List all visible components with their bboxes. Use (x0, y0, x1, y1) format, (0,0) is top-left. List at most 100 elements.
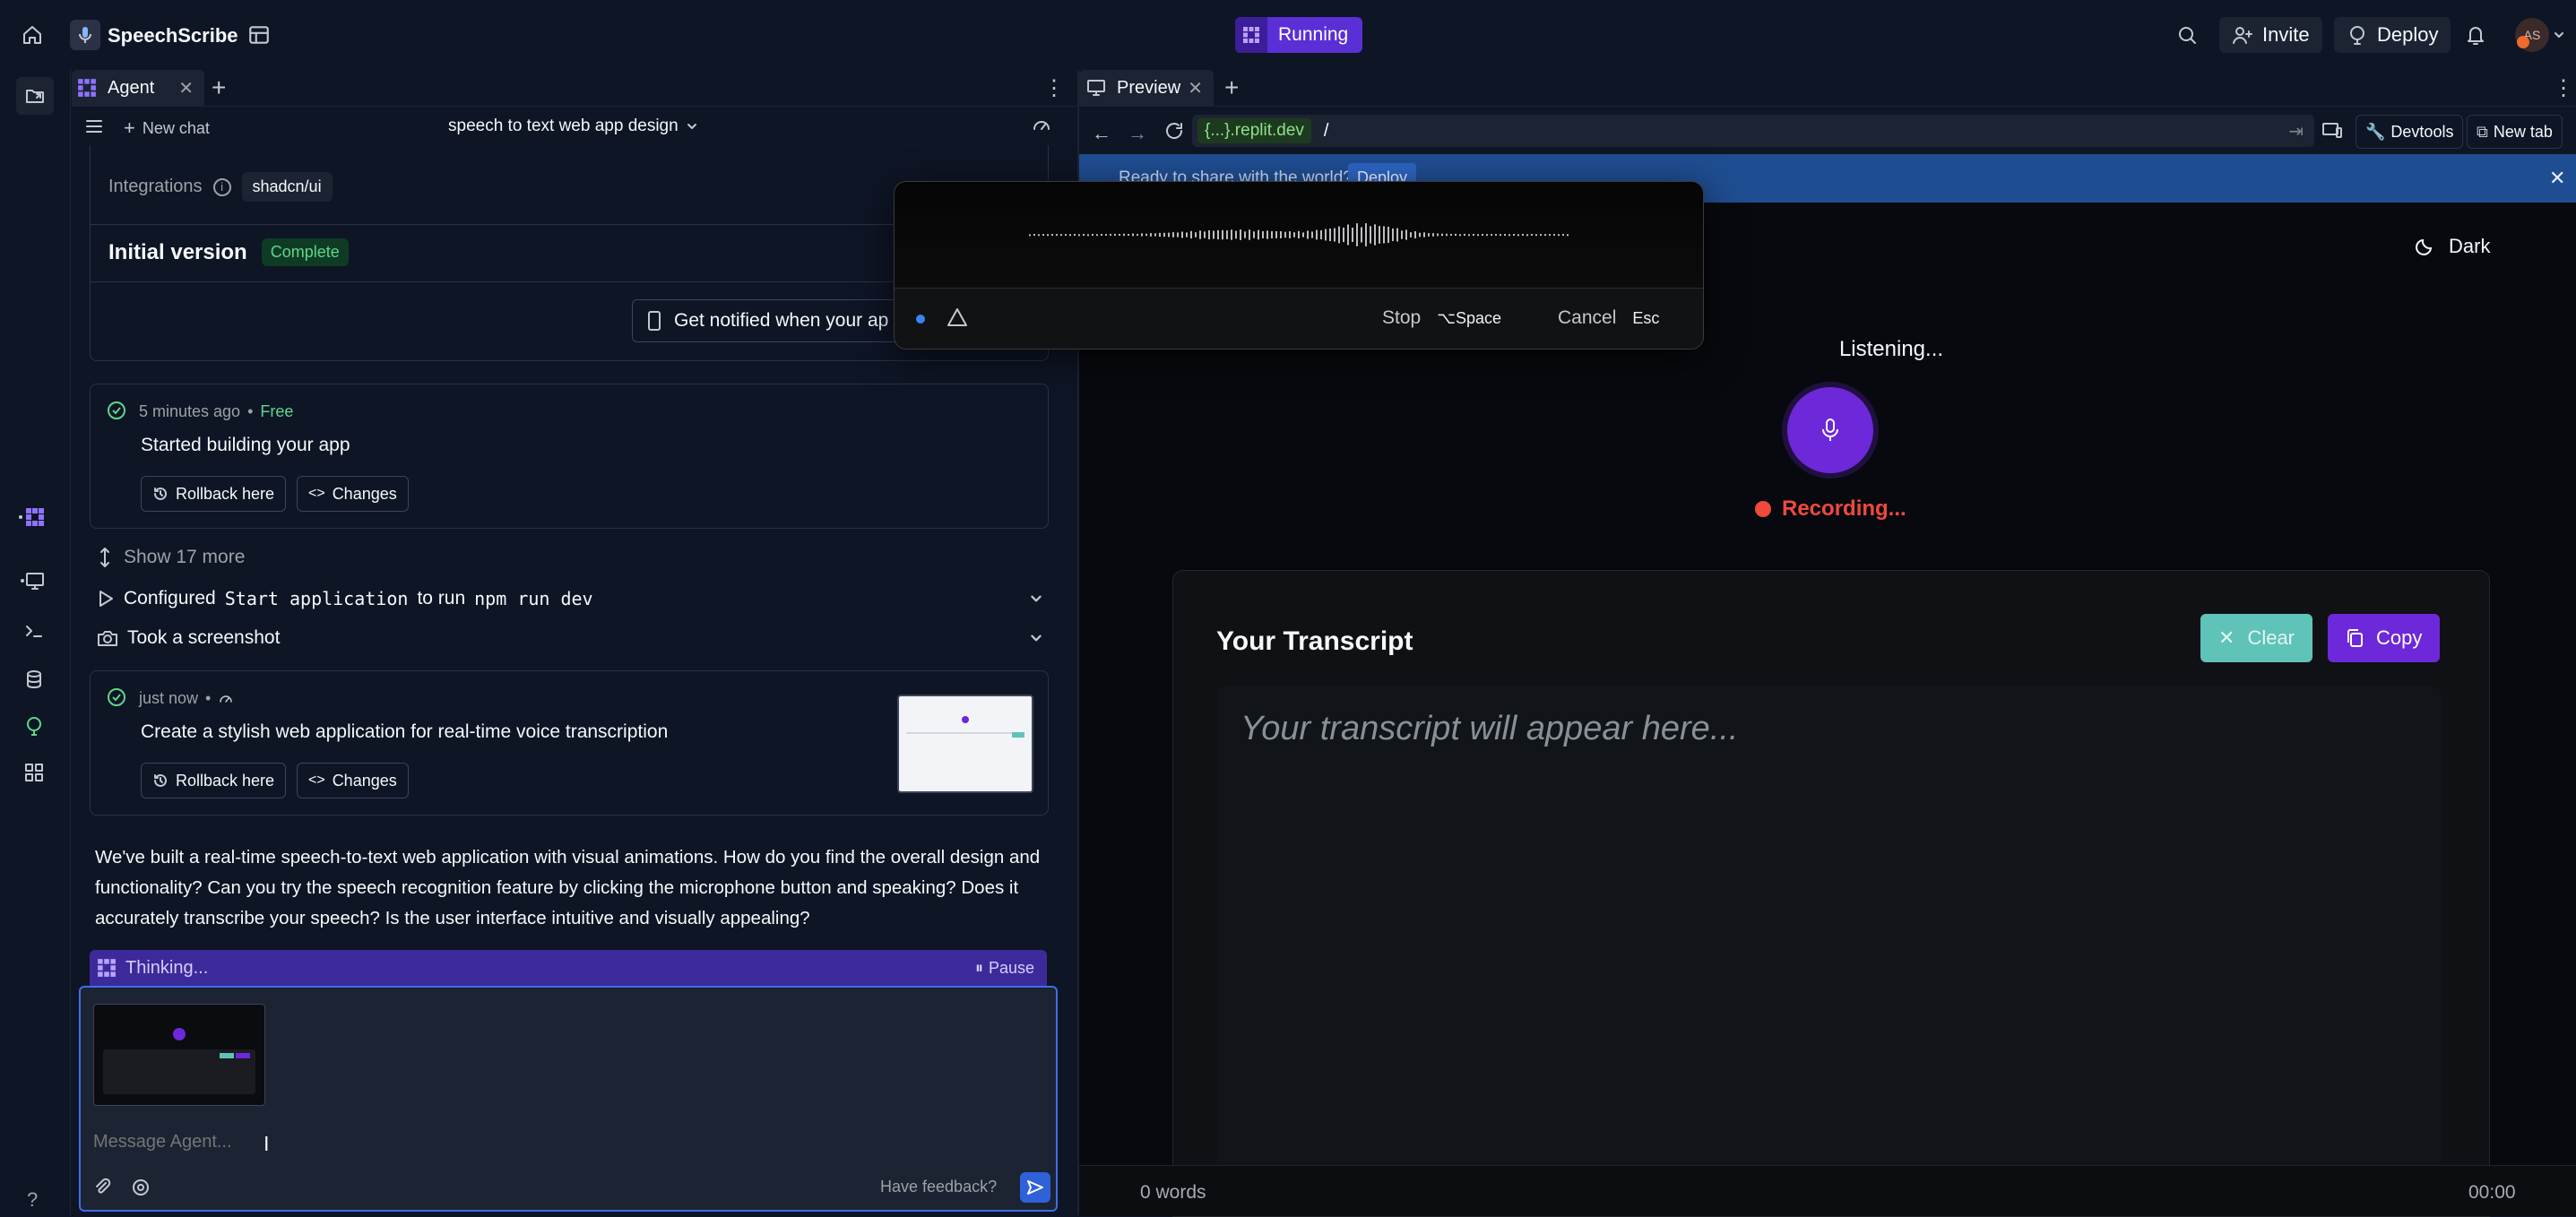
waveform-bar (1450, 234, 1452, 237)
refresh-icon[interactable] (1163, 120, 1185, 142)
add-tab-icon[interactable]: + (212, 73, 226, 102)
changes-button[interactable]: <> Changes (297, 476, 409, 512)
waveform-bar (1119, 234, 1120, 237)
close-icon[interactable]: ✕ (2549, 167, 2565, 190)
show-more-label: Show 17 more (124, 547, 246, 567)
tab-agent[interactable]: Agent ✕ (72, 70, 204, 106)
more-vertical-icon[interactable]: ⋮ (2553, 75, 2574, 101)
checkpoint-meta: 5 minutes ago • Free (139, 402, 293, 421)
deployments-icon[interactable] (23, 715, 45, 737)
waveform-bar (1535, 234, 1537, 237)
copy-icon (2347, 629, 2363, 647)
preview-rail-icon[interactable] (20, 570, 45, 591)
add-tab-icon[interactable]: + (1224, 73, 1239, 102)
check-circle-icon (107, 687, 126, 707)
separator-dot: • (247, 402, 254, 420)
thinking-label: Thinking... (125, 957, 209, 978)
warning-icon[interactable] (947, 307, 968, 327)
close-icon[interactable]: ✕ (178, 77, 194, 99)
info-icon[interactable]: i (212, 177, 231, 196)
waveform-bar (1473, 233, 1474, 237)
deploy-button[interactable]: Deploy (2334, 17, 2451, 53)
search-icon[interactable] (2176, 24, 2198, 46)
initial-version-row: Initial version Complete (108, 238, 349, 266)
copy-button[interactable]: Copy (2328, 614, 2441, 662)
cancel-button[interactable]: Cancel Esc (1558, 307, 1659, 329)
transcript-area[interactable]: Your transcript will appear here... (1217, 686, 2442, 1215)
waveform-bar (1468, 234, 1470, 237)
waveform-bar (1123, 233, 1125, 237)
running-status-button[interactable]: Running (1235, 17, 1363, 53)
target-icon[interactable] (131, 1178, 151, 1197)
app-name[interactable]: SpeechScribe (108, 24, 238, 47)
screenshot-thumbnail[interactable] (897, 695, 1033, 793)
forward-icon[interactable]: → (1128, 122, 1147, 145)
device-icon[interactable] (2321, 120, 2343, 142)
send-button[interactable] (1020, 1172, 1050, 1203)
devtools-button[interactable]: 🔧 Devtools (2356, 115, 2464, 149)
close-icon[interactable]: ✕ (1188, 77, 1203, 99)
waveform-bar (1504, 234, 1506, 237)
home-icon[interactable] (22, 24, 43, 46)
text-cursor-icon: Ⅰ (264, 1133, 270, 1155)
agent-rail-icon[interactable] (18, 505, 45, 529)
play-icon (99, 591, 113, 607)
changes-button[interactable]: <> Changes (297, 763, 409, 798)
shell-icon[interactable] (23, 620, 45, 642)
waveform-bar (1553, 234, 1555, 237)
help-icon[interactable]: ? (27, 1188, 38, 1212)
menu-icon[interactable] (84, 117, 104, 136)
notify-button[interactable]: Get notified when your ap (632, 299, 904, 342)
layout-icon[interactable] (247, 23, 271, 47)
invite-label: Invite (2262, 23, 2310, 46)
mic-button[interactable] (1787, 387, 1873, 473)
attach-icon[interactable] (93, 1178, 111, 1197)
replit-logo-icon (1235, 17, 1267, 53)
stop-button[interactable]: Stop ⌥Space (1382, 307, 1501, 329)
integration-chip[interactable]: shadcn/ui (241, 172, 333, 202)
open-arrow-icon[interactable]: ⇥ (2288, 120, 2304, 142)
waveform-bar (1298, 230, 1300, 239)
waveform-bar (1074, 234, 1076, 237)
bell-icon[interactable] (2465, 23, 2486, 47)
checkpoint-time: just now (139, 689, 199, 707)
waveform-bar (1441, 233, 1443, 237)
database-icon[interactable] (23, 669, 45, 690)
chevron-down-icon[interactable] (2553, 29, 2565, 41)
tab-preview[interactable]: Preview ✕ (1079, 70, 1214, 106)
files-icon[interactable] (16, 77, 54, 115)
theme-toggle[interactable]: Dark (2415, 235, 2490, 258)
chat-title-dropdown[interactable]: speech to text web app design (448, 117, 698, 136)
configured-code-2: npm run dev (474, 588, 593, 609)
waveform-bar (1240, 229, 1241, 240)
gauge-icon[interactable] (1031, 115, 1052, 136)
rollback-button[interactable]: Rollback here (141, 763, 287, 798)
attached-screenshot[interactable] (93, 1004, 265, 1106)
more-vertical-icon[interactable]: ⋮ (1043, 75, 1065, 101)
invite-button[interactable]: Invite (2219, 17, 2322, 53)
waveform-bar (1437, 233, 1439, 237)
waveform-bar (1316, 229, 1318, 240)
code-icon: <> (308, 486, 325, 501)
waveform-bar (1258, 229, 1259, 240)
new-tab-button[interactable]: ⧉ New tab (2467, 115, 2563, 149)
waveform-bar (1558, 234, 1560, 237)
new-chat-button[interactable]: + New chat (124, 117, 210, 140)
configured-row[interactable]: Configured Start application to run npm … (97, 588, 1043, 609)
clear-button[interactable]: ✕ Clear (2200, 614, 2313, 662)
feedback-link[interactable]: Have feedback? (880, 1178, 997, 1196)
external-link-icon: ⧉ (2477, 122, 2488, 141)
url-bar[interactable]: {...}.replit.dev / ⇥ (1192, 115, 2314, 147)
all-tools-icon[interactable] (23, 762, 45, 783)
waveform (895, 182, 1703, 289)
agent-tab-icon (77, 78, 97, 98)
pause-button[interactable]: ⏸ Pause (975, 959, 1034, 978)
message-input[interactable] (91, 1126, 902, 1158)
show-more-button[interactable]: Show 17 more (99, 547, 245, 568)
back-icon[interactable]: ← (1092, 122, 1111, 145)
screenshot-row[interactable]: Took a screenshot (97, 627, 1043, 649)
listening-label: Listening... (1838, 337, 1944, 361)
transcript-title: Your Transcript (1216, 626, 1413, 656)
price-label: Free (260, 402, 294, 420)
rollback-button[interactable]: Rollback here (141, 476, 287, 512)
